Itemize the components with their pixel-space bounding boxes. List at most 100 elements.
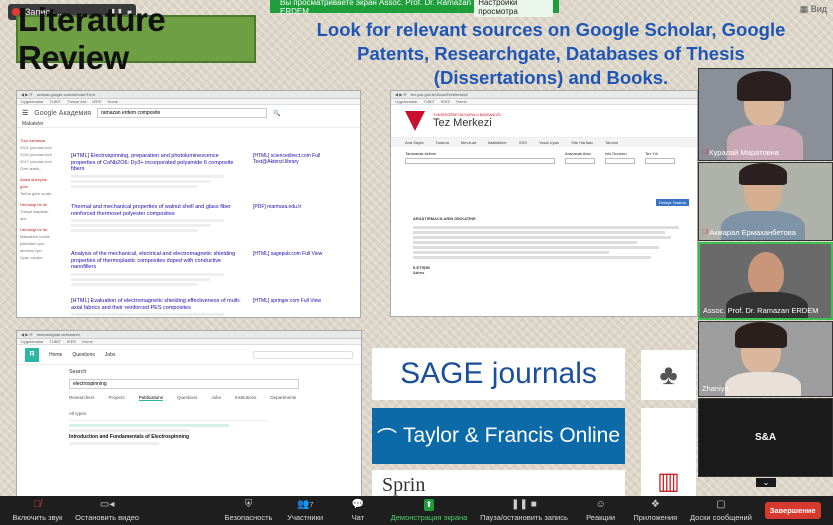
participant-tile[interactable]: S&A (698, 398, 833, 477)
tez-nav-item[interactable]: Tanıtım (605, 140, 618, 145)
scholar-fulltext-link[interactable]: [HTML] sciencedirect.com Full Text@Akten… (253, 153, 343, 165)
browser-address-bar: ◀ ▶ ⟳ tez.yok.gov.tr/UlusalTezMerkezi/ (391, 91, 697, 99)
scholar-filter-item[interactable]: 2021 yılından beri (20, 144, 54, 151)
scholar-filter-item[interactable]: Makaleleri incele (20, 233, 54, 240)
rg-tab[interactable]: Questions (177, 395, 197, 401)
scholar-result-title[interactable]: [HTML] Electrospinning, preparation and … (71, 153, 241, 173)
tez-nav-item[interactable]: SSS (519, 140, 527, 145)
tez-nav-item[interactable]: Tarama (435, 140, 448, 145)
sage-journals-logo: SAGE journals (372, 348, 625, 400)
scholar-fulltext-link[interactable]: [HTML] springer.com Full View (253, 298, 343, 304)
smiley-icon: ☺ (595, 499, 606, 510)
search-icon[interactable]: 🔍 (273, 110, 280, 117)
grid-icon: ▦ (799, 4, 811, 14)
end-meeting-button[interactable]: Завершение (764, 502, 821, 519)
rg-search-input[interactable]: electrospinning (69, 379, 299, 389)
sage-text: SAGE journals (400, 357, 597, 390)
tez-title: Tez Merkezi (433, 117, 492, 129)
tez-nav-item[interactable]: Ana Sayfa (405, 140, 423, 145)
meeting-toolbar: 🎙̸ Включить звук ▭◂ Остановить видео ⛨ Безо… (0, 496, 833, 525)
scholar-filter-item[interactable]: patentleri içer (20, 240, 54, 247)
scholar-filter-item[interactable]: Alaka düzeyine göre (20, 176, 54, 190)
chat-label: Чат (351, 513, 365, 522)
apps-label: Приложения (633, 513, 678, 522)
rg-nav-home[interactable]: Home (49, 352, 62, 358)
scholar-filter-item[interactable]: Tarihe göre sırala (20, 190, 54, 197)
whiteboard-button[interactable]: ▢ Доски сообщений (690, 499, 752, 522)
scholar-fulltext-link[interactable]: [HTML] sagepub.com Full View (253, 251, 343, 257)
rg-logo: R (25, 347, 39, 362)
scholar-result: [HTML] Evaluation of electromagnetic shi… (71, 298, 241, 317)
scholar-filter-item[interactable]: Herhangi bir dil (20, 201, 54, 208)
share-screen-button[interactable]: ⬆ Демонстрация экрана (391, 499, 467, 522)
rg-tab[interactable]: Departments (270, 395, 296, 401)
whiteboard-icon: ▢ (716, 499, 726, 510)
tez-year-label: Tez Yılı (645, 151, 659, 156)
scholar-fulltext-link[interactable]: [PDF] marmara.edu.tr (253, 204, 343, 210)
scroll-down-icon[interactable]: ⌄ (756, 478, 776, 487)
tez-nav-item[interactable]: Yasal Uyarı (539, 140, 559, 145)
scholar-logo: Google Академия (34, 109, 92, 117)
participant-name: Zhaniya (702, 384, 729, 393)
pause-stop-icon: ❚❚ ■ (511, 499, 537, 510)
rg-tab[interactable]: Jobs (211, 395, 221, 401)
tez-search-input[interactable] (405, 158, 555, 164)
apps-button[interactable]: ❖ Приложения (633, 499, 677, 522)
rg-tab[interactable]: Projects (109, 395, 125, 401)
tez-nav-item[interactable]: İstatistikler (488, 140, 507, 145)
pause-recording-button[interactable]: ❚❚ ■ Пауза/остановить запись (480, 499, 568, 522)
browser-address-bar: ◀ ▶ ⟳ researchgate.net/search (17, 331, 361, 339)
view-settings-button[interactable]: Настройки просмотра (474, 0, 553, 17)
participant-tile[interactable]: 🎙̸ Куралай Маратовна (698, 68, 833, 161)
chat-button[interactable]: 💬 Чат (338, 499, 378, 522)
scholar-result-title[interactable]: Thermal and mechanical properties of wal… (71, 204, 241, 217)
scholar-filter-item[interactable]: alıntıları içer (20, 247, 54, 254)
rg-tab[interactable]: Publications (138, 395, 164, 401)
tez-nav-item[interactable]: Site Haritası (571, 140, 593, 145)
scholar-screenshot: ◀ ▶ ⟳ scholar.google.com/scholar?hl=tr Uy… (16, 90, 361, 318)
tez-searchin-select[interactable] (565, 158, 595, 164)
scholar-result-title[interactable]: [HTML] Evaluation of electromagnetic shi… (71, 298, 241, 311)
scholar-result: Analysis of the mechanical, electrical a… (71, 251, 241, 288)
stop-video-button[interactable]: ▭◂ Остановить видео (75, 499, 139, 522)
shield-icon: ⛨ (244, 499, 253, 510)
scholar-filter-item[interactable]: Türkçe sayfaları ara (20, 208, 54, 222)
scholar-result: Thermal and mechanical properties of wal… (71, 204, 241, 234)
view-button[interactable]: ▦ Вид (800, 4, 827, 15)
participants-button[interactable]: 👥7 Участники (285, 499, 325, 522)
scholar-filter-item[interactable]: Uyarı oluştur (20, 254, 54, 261)
menu-icon[interactable]: ☰ (22, 109, 28, 117)
reactions-button[interactable]: ☺ Реакции (581, 499, 621, 522)
engraving-image: ♣ (641, 350, 696, 400)
scholar-search-input[interactable]: ramazan erdem composite (97, 108, 268, 118)
participant-name: Assoc. Prof. Dr. Ramazan ERDEM (703, 306, 819, 315)
scholar-result-title[interactable]: Analysis of the mechanical, electrical a… (71, 251, 241, 271)
rg-nav-questions[interactable]: Questions (72, 352, 95, 358)
rg-type-filter[interactable]: All types (17, 401, 361, 416)
scholar-filter-item[interactable]: Özel aralık... (20, 165, 54, 172)
scholar-filter-item[interactable]: 2017 yılından beri (20, 158, 54, 165)
tez-type-label: İzin Durumu (605, 151, 627, 156)
scholar-filter-item[interactable]: Tüm zamanlar (20, 137, 54, 144)
participant-tile[interactable]: 🎙̸ Акмарал Ермаханбетова (698, 162, 833, 241)
security-button[interactable]: ⛨ Безопасность (225, 499, 273, 522)
tez-merkezi-screenshot: ◀ ▶ ⟳ tez.yok.gov.tr/UlusalTezMerkezi/ Uy… (390, 90, 698, 317)
scholar-query: ramazan erdem composite (101, 110, 161, 116)
scholar-filter-item[interactable]: Herhangi bir tür (20, 226, 54, 233)
tez-type-select[interactable] (605, 158, 635, 164)
rg-tab[interactable]: Researchers (69, 395, 95, 401)
participant-tile[interactable]: Zhaniya (698, 321, 833, 397)
unmute-button[interactable]: 🎙̸ Включить звук (12, 499, 62, 522)
rg-result[interactable]: Introduction and Fundamentals of Electro… (69, 420, 269, 445)
rg-nav-jobs[interactable]: Jobs (105, 352, 116, 358)
tf-text: Taylor & Francis Online (402, 424, 621, 447)
tez-year-select[interactable] (645, 158, 675, 164)
participant-tile[interactable]: Assoc. Prof. Dr. Ramazan ERDEM (698, 242, 833, 320)
rg-tab[interactable]: Institutions (235, 395, 257, 401)
tez-search-form: Taranacak kelime Aranacak Alan İzin Duru… (391, 147, 697, 168)
camera-icon: ▭◂ (99, 499, 115, 510)
scholar-filter-item[interactable]: 2020 yılından beri (20, 151, 54, 158)
tez-nav-item[interactable]: Mevzuat (461, 140, 476, 145)
tez-detailed-search-button[interactable]: Detaylı Tarama (656, 199, 689, 206)
rg-header-search[interactable] (253, 350, 353, 359)
